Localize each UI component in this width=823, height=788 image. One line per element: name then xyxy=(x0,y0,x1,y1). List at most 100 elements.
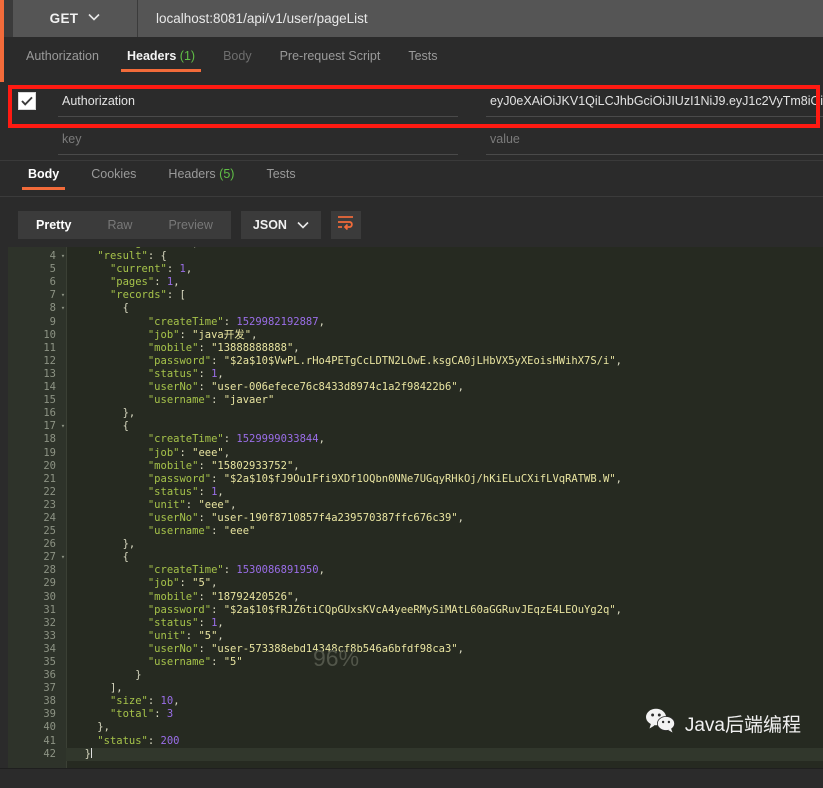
response-format-label: JSON xyxy=(253,218,287,232)
line-number: 29 xyxy=(8,577,56,590)
code-line-content: "userNo": "user-006efece76c8433d8974c1a2… xyxy=(72,381,464,394)
line-number: 31 xyxy=(8,604,56,617)
code-line: 19 "job": "eee", xyxy=(0,447,823,460)
code-line-content: "job": "5", xyxy=(72,577,217,590)
response-body-toolbar: Pretty Raw Preview JSON xyxy=(0,205,823,245)
code-line-content: "username": "5" xyxy=(72,656,243,669)
tab-headers-label: Headers xyxy=(127,49,176,63)
response-tab-tests-label: Tests xyxy=(266,167,295,181)
code-line: 17▾ { xyxy=(0,420,823,433)
code-line: 6 "pages": 1, xyxy=(0,276,823,289)
header-enabled-checkbox[interactable] xyxy=(18,92,36,110)
code-line: 32 "status": 1, xyxy=(0,617,823,630)
line-number: 28 xyxy=(8,564,56,577)
view-mode-pretty[interactable]: Pretty xyxy=(18,211,89,239)
code-line: 13 "status": 1, xyxy=(0,368,823,381)
code-line-content: }, xyxy=(72,538,135,551)
header-value-input[interactable]: eyJ0eXAiOiJKV1QiLCJhbGciOiJIUzI1NiJ9.eyJ… xyxy=(486,85,823,117)
line-number: 6 xyxy=(8,276,56,289)
line-number: 9 xyxy=(8,316,56,329)
fold-toggle-icon[interactable]: ▾ xyxy=(58,289,68,302)
tab-tests[interactable]: Tests xyxy=(394,45,451,72)
http-method-dropdown[interactable]: GET xyxy=(13,0,138,37)
active-line-highlight xyxy=(66,748,823,761)
line-number: 25 xyxy=(8,525,56,538)
header-key-placeholder: key xyxy=(62,132,81,146)
code-line-content: "result": { xyxy=(72,250,167,263)
word-wrap-toggle[interactable] xyxy=(331,211,361,239)
line-number: 12 xyxy=(8,355,56,368)
word-wrap-icon xyxy=(337,215,354,235)
code-line-content: }, xyxy=(72,721,110,734)
line-number: 41 xyxy=(8,735,56,748)
wechat-icon xyxy=(645,708,676,738)
code-line-content: "size": 10, xyxy=(72,695,180,708)
code-line-content: "unit": "eee", xyxy=(72,499,236,512)
fold-toggle-icon[interactable]: ▾ xyxy=(58,420,68,433)
line-number: 39 xyxy=(8,708,56,721)
header-value-input-empty[interactable]: value xyxy=(486,123,823,155)
code-line-content: } xyxy=(72,748,92,761)
code-line-content: "status": 200 xyxy=(72,735,180,748)
code-line: 36 } xyxy=(0,669,823,682)
tab-authorization[interactable]: Authorization xyxy=(12,45,113,72)
line-number: 17 xyxy=(8,420,56,433)
line-number: 5 xyxy=(8,263,56,276)
tab-authorization-label: Authorization xyxy=(26,49,99,63)
code-line-content: "mobile": "15802933752", xyxy=(72,460,300,473)
fold-toggle-icon[interactable]: ▾ xyxy=(58,302,68,315)
header-row-empty: key value xyxy=(0,120,823,158)
code-line-content: "userNo": "user-190f8710857f4a239570387f… xyxy=(72,512,464,525)
code-line: 24 "userNo": "user-190f8710857f4a2395703… xyxy=(0,512,823,525)
response-tab-body[interactable]: Body xyxy=(12,163,75,190)
tab-headers[interactable]: Headers (1) xyxy=(113,45,209,72)
code-line: 29 "job": "5", xyxy=(0,577,823,590)
code-line-content: "createTime": 1529999033844, xyxy=(72,433,325,446)
request-url-input[interactable]: localhost:8081/api/v1/user/pageList xyxy=(138,0,823,37)
response-tab-tests[interactable]: Tests xyxy=(250,163,311,190)
brand-watermark-text: Java后端编程 xyxy=(685,710,801,737)
header-key-text: Authorization xyxy=(62,94,135,108)
response-tabs: Body Cookies Headers (5) Tests xyxy=(0,163,823,193)
header-value-placeholder: value xyxy=(490,132,520,146)
code-line: 8▾ { xyxy=(0,302,823,315)
code-line-content: "status": 1, xyxy=(72,486,224,499)
code-line: 20 "mobile": "15802933752", xyxy=(0,460,823,473)
code-line: 15 "username": "javaer" xyxy=(0,394,823,407)
fold-toggle-icon[interactable]: ▾ xyxy=(58,551,68,564)
header-key-input-empty[interactable]: key xyxy=(58,123,458,155)
code-line-content: ], xyxy=(72,682,123,695)
line-number: 14 xyxy=(8,381,56,394)
response-tab-headers[interactable]: Headers (5) xyxy=(152,163,250,190)
response-format-dropdown[interactable]: JSON xyxy=(241,211,321,239)
http-method-label: GET xyxy=(50,11,79,26)
tab-body[interactable]: Body xyxy=(209,45,266,72)
tab-pre-request-script[interactable]: Pre-request Script xyxy=(266,45,395,72)
code-line-content: { xyxy=(72,551,129,564)
header-key-input[interactable]: Authorization xyxy=(58,85,458,117)
response-body-json-viewer[interactable]: 3 "message": "OK",4▾ "result": {5 "curre… xyxy=(0,247,823,768)
chevron-down-icon xyxy=(297,216,309,234)
code-line: 30 "mobile": "18792420526", xyxy=(0,591,823,604)
fold-toggle-icon[interactable]: ▾ xyxy=(58,250,68,263)
line-number: 13 xyxy=(8,368,56,381)
code-line: 14 "userNo": "user-006efece76c8433d8974c… xyxy=(0,381,823,394)
header-value-text: eyJ0eXAiOiJKV1QiLCJhbGciOiJIUzI1NiJ9.eyJ… xyxy=(490,94,823,108)
code-lines: 3 "message": "OK",4▾ "result": {5 "curre… xyxy=(0,247,823,761)
response-tab-cookies[interactable]: Cookies xyxy=(75,163,152,190)
code-line-content: "pages": 1, xyxy=(72,276,180,289)
code-line: 33 "unit": "5", xyxy=(0,630,823,643)
code-line-content: "total": 3 xyxy=(72,708,173,721)
line-number: 37 xyxy=(8,682,56,695)
tab-body-label: Body xyxy=(223,49,252,63)
view-mode-raw[interactable]: Raw xyxy=(89,211,150,239)
view-mode-pretty-label: Pretty xyxy=(36,218,71,232)
line-number: 40 xyxy=(8,721,56,734)
brand-watermark: Java后端编程 xyxy=(645,708,801,738)
view-mode-preview[interactable]: Preview xyxy=(150,211,230,239)
headers-table: Authorization eyJ0eXAiOiJKV1QiLCJhbGciOi… xyxy=(0,82,823,160)
request-tabs: Authorization Headers (1) Body Pre-reque… xyxy=(0,45,823,77)
response-tab-headers-label: Headers xyxy=(168,167,215,181)
code-line: 26 }, xyxy=(0,538,823,551)
request-url-text: localhost:8081/api/v1/user/pageList xyxy=(156,11,368,26)
